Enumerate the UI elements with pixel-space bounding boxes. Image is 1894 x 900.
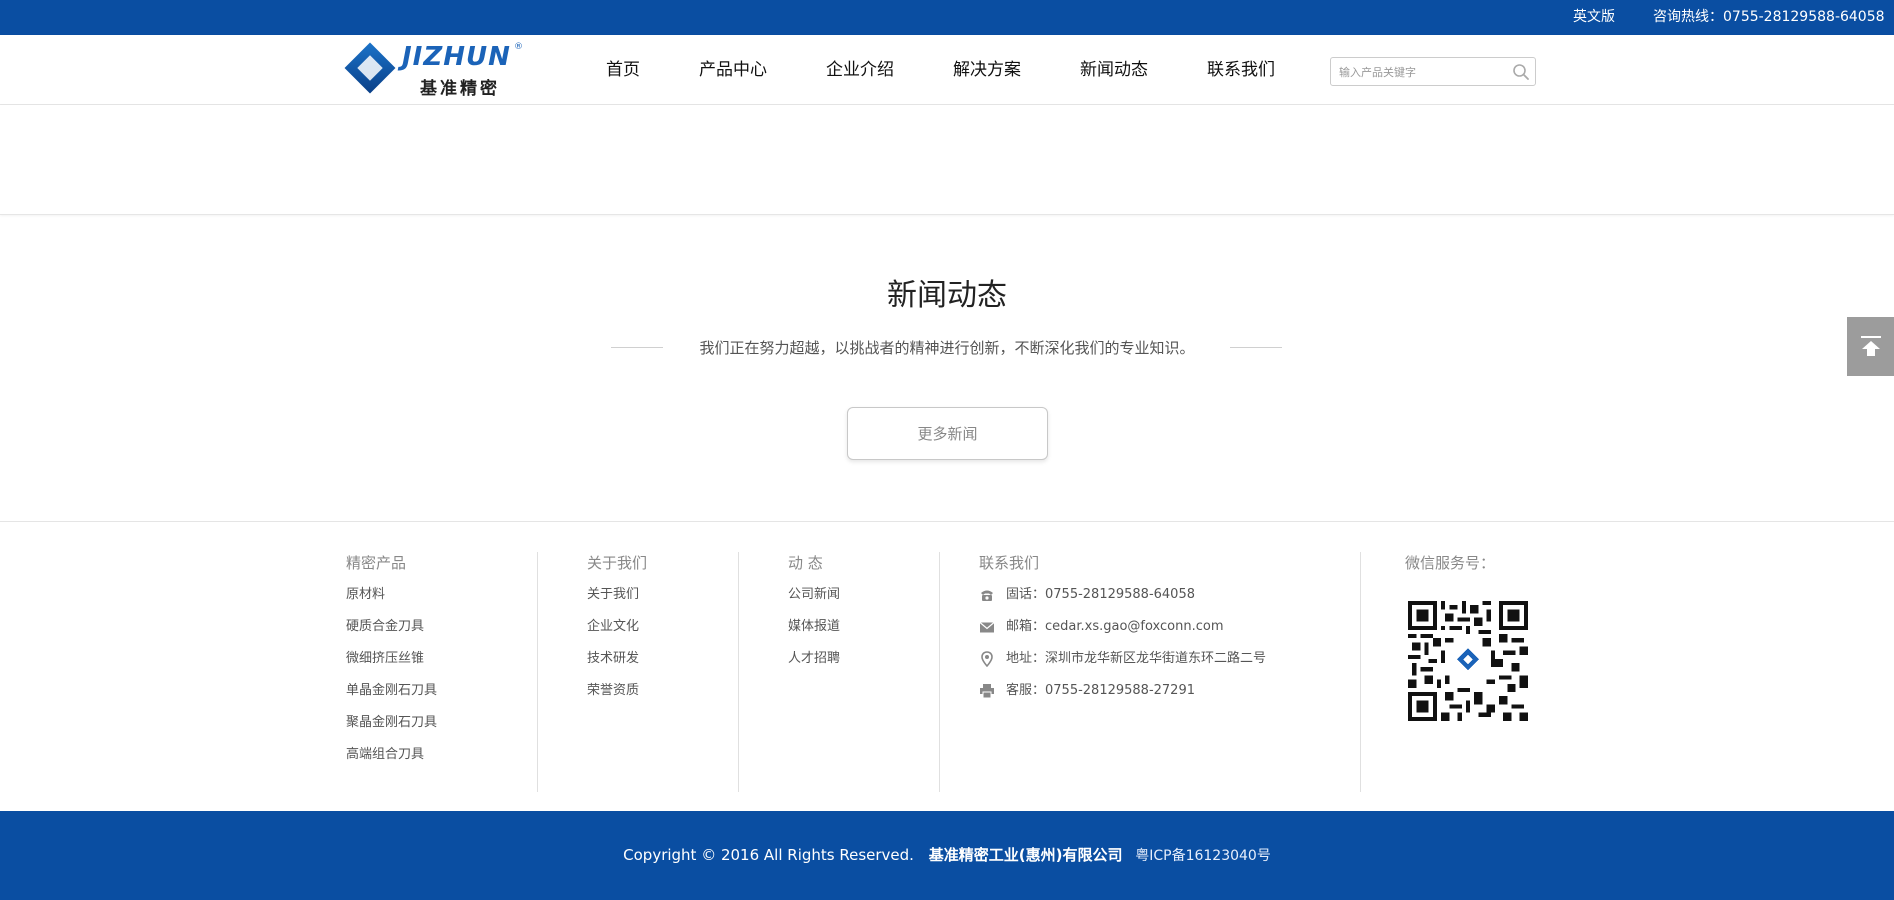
footer-link-careers[interactable]: 人才招聘 [788, 648, 840, 670]
more-news-button[interactable]: 更多新闻 [847, 407, 1048, 460]
footer-products-column: 精密产品 原材料 硬质合金刀具 微细挤压丝锥 单晶金刚石刀具 聚晶金刚石刀具 高… [346, 552, 437, 766]
footer-link-raw-material[interactable]: 原材料 [346, 584, 437, 606]
footer-dynamic-column: 动 态 公司新闻 媒体报道 人才招聘 [788, 552, 840, 670]
top-bar: 英文版 咨询热线：0755-28129588-64058 [0, 0, 1894, 35]
footer-about-column: 关于我们 关于我们 企业文化 技术研发 荣誉资质 [587, 552, 647, 702]
back-to-top-icon [1861, 336, 1881, 356]
footer-link-media[interactable]: 媒体报道 [788, 616, 840, 638]
copyright-text: Copyright © 2016 All Rights Reserved. [623, 846, 914, 864]
footer-link-rnd[interactable]: 技术研发 [587, 648, 647, 670]
location-icon [981, 651, 993, 667]
logo-mark-icon [344, 42, 396, 94]
contact-phone-row: 固话：0755-28129588-64058 [979, 584, 1266, 606]
logo-brand-text: JIZHUN [402, 42, 511, 72]
subtitle-right-divider [1230, 347, 1282, 348]
hotline-text: 咨询热线：0755-28129588-64058 [1653, 9, 1885, 25]
footer-link-company-news[interactable]: 公司新闻 [788, 584, 840, 606]
back-to-top-button[interactable] [1847, 317, 1894, 376]
copyright-bar: Copyright © 2016 All Rights Reserved. 基准… [0, 811, 1894, 900]
footer-link-combo-tools[interactable]: 高端组合刀具 [346, 744, 437, 766]
news-section-subtitle: 我们正在努力超越，以挑战者的精神进行创新，不断深化我们的专业知识。 [699, 339, 1195, 357]
printer-icon [980, 684, 994, 699]
footer-contact-column: 联系我们 固话：0755-28129588-64058 邮箱：cedar.xs.… [979, 552, 1266, 702]
nav-item-home[interactable]: 首页 [606, 35, 640, 105]
phone-icon [981, 590, 993, 601]
footer-link-carbide-tools[interactable]: 硬质合金刀具 [346, 616, 437, 638]
footer-about-heading: 关于我们 [587, 554, 648, 572]
mail-icon [979, 622, 995, 633]
footer-link-mcd-tools[interactable]: 单晶金刚石刀具 [346, 680, 437, 702]
footer-contact-heading: 联系我们 [979, 554, 1040, 572]
header: JIZHUN ® 基准精密 首页 产品中心 企业介绍 解决方案 新闻动态 联系我… [0, 35, 1894, 105]
footer-dynamic-heading: 动 态 [788, 554, 823, 572]
wechat-qr-code [1408, 601, 1528, 721]
contact-phone-text: 固话：0755-28129588-64058 [1006, 587, 1195, 602]
logo[interactable]: JIZHUN ® 基准精密 [344, 40, 526, 100]
news-subtitle-wrap: 我们正在努力超越，以挑战者的精神进行创新，不断深化我们的专业知识。 [0, 337, 1894, 358]
footer-link-culture[interactable]: 企业文化 [587, 616, 647, 638]
search-input[interactable] [1339, 62, 1504, 82]
nav-item-contact[interactable]: 联系我们 [1207, 35, 1275, 105]
contact-address-row: 地址：深圳市龙华新区龙华街道东环二路二号 [979, 648, 1266, 670]
nav-item-company[interactable]: 企业介绍 [826, 35, 894, 105]
footer-link-micro-taps[interactable]: 微细挤压丝锥 [346, 648, 437, 670]
contact-address-text: 地址：深圳市龙华新区龙华街道东环二路二号 [1006, 651, 1267, 666]
contact-email-row: 邮箱：cedar.xs.gao@foxconn.com [979, 616, 1266, 638]
footer-column-divider [738, 552, 739, 792]
contact-service-text: 客服：0755-28129588-27291 [1006, 683, 1195, 698]
footer-column-divider [1360, 552, 1361, 792]
footer-wechat-heading: 微信服务号： [1405, 554, 1496, 572]
search-icon[interactable] [1512, 63, 1530, 81]
banner-area [0, 105, 1894, 215]
news-section-title: 新闻动态 [887, 278, 1007, 313]
english-version-link[interactable]: 英文版 [1573, 6, 1615, 26]
company-name: 基准精密工业(惠州)有限公司 [928, 846, 1123, 864]
footer-column-divider [939, 552, 940, 792]
nav-item-solutions[interactable]: 解决方案 [953, 35, 1021, 105]
main-nav: 首页 产品中心 企业介绍 解决方案 新闻动态 联系我们 [606, 35, 1334, 105]
nav-item-news[interactable]: 新闻动态 [1080, 35, 1148, 105]
footer-wechat-column: 微信服务号： [1405, 552, 1495, 574]
contact-email-text: 邮箱：cedar.xs.gao@foxconn.com [1006, 619, 1224, 634]
footer-link-pcd-tools[interactable]: 聚晶金刚石刀具 [346, 712, 437, 734]
footer-products-heading: 精密产品 [346, 554, 407, 572]
contact-service-row: 客服：0755-28129588-27291 [979, 680, 1266, 702]
logo-brand-subtext: 基准精密 [420, 79, 500, 99]
registered-mark: ® [514, 42, 523, 52]
footer-column-divider [537, 552, 538, 792]
footer-link-about[interactable]: 关于我们 [587, 584, 647, 606]
search-box [1330, 57, 1536, 86]
footer-link-honors[interactable]: 荣誉资质 [587, 680, 647, 702]
footer-top-divider [0, 521, 1894, 522]
icp-license-link[interactable]: 粤ICP备16123040号 [1135, 848, 1271, 864]
nav-item-products[interactable]: 产品中心 [699, 35, 767, 105]
